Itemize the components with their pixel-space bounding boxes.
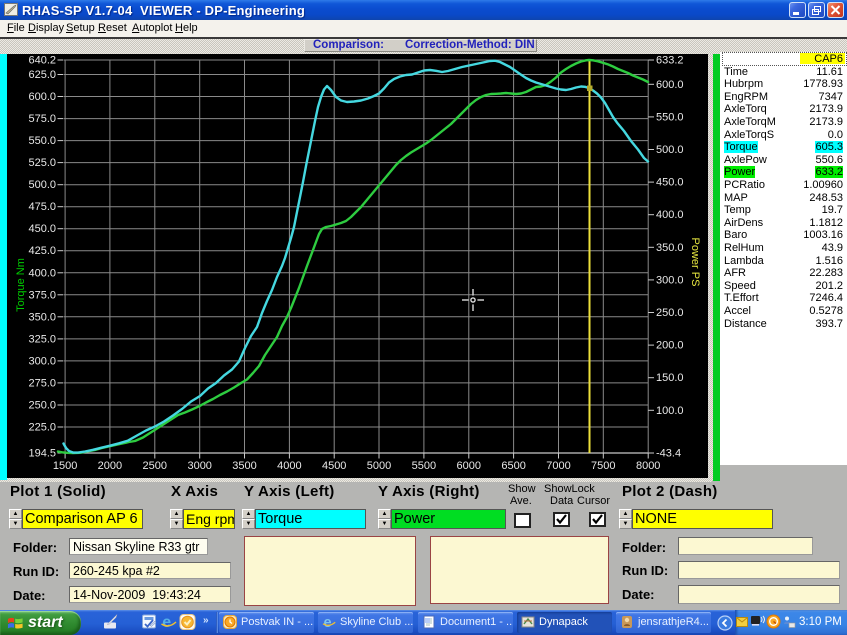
svg-text:7000: 7000 [546, 460, 570, 472]
svg-text:100.0: 100.0 [656, 405, 684, 417]
svg-text:e: e [162, 614, 171, 631]
svg-text:6500: 6500 [501, 460, 525, 472]
svg-text:625.0: 625.0 [28, 69, 56, 81]
svg-text:e: e [324, 615, 332, 629]
svg-text:550.0: 550.0 [656, 111, 684, 123]
svg-text:400.0: 400.0 [28, 267, 56, 279]
svg-text:575.0: 575.0 [28, 113, 56, 125]
svg-text:2500: 2500 [143, 460, 167, 472]
svg-text:633.2: 633.2 [656, 55, 684, 67]
svg-text:2000: 2000 [98, 460, 122, 472]
svg-text:300.0: 300.0 [28, 355, 56, 367]
svg-text:325.0: 325.0 [28, 333, 56, 345]
svg-text:Torque Nm: Torque Nm [15, 258, 27, 312]
svg-text:640.2: 640.2 [28, 55, 56, 67]
svg-text:250.0: 250.0 [28, 400, 56, 412]
svg-text:225.0: 225.0 [28, 422, 56, 434]
svg-text:400.0: 400.0 [656, 209, 684, 221]
svg-text:8000: 8000 [636, 460, 660, 472]
svg-text:200.0: 200.0 [656, 340, 684, 352]
svg-text:6000: 6000 [457, 460, 481, 472]
svg-text:5500: 5500 [412, 460, 436, 472]
svg-text:7500: 7500 [591, 460, 615, 472]
svg-text:3000: 3000 [187, 460, 211, 472]
svg-text:425.0: 425.0 [28, 245, 56, 257]
svg-text:350.0: 350.0 [28, 311, 56, 323]
svg-text:450.0: 450.0 [656, 177, 684, 189]
svg-text:194.5: 194.5 [28, 448, 56, 460]
svg-text:300.0: 300.0 [656, 274, 684, 286]
svg-text:1500: 1500 [53, 460, 77, 472]
svg-text:150.0: 150.0 [656, 372, 684, 384]
svg-text:550.0: 550.0 [28, 135, 56, 147]
svg-text:275.0: 275.0 [28, 377, 56, 389]
svg-text:4000: 4000 [277, 460, 301, 472]
svg-text:350.0: 350.0 [656, 242, 684, 254]
svg-text:375.0: 375.0 [28, 289, 56, 301]
svg-text:-43.4: -43.4 [656, 448, 681, 460]
svg-text:450.0: 450.0 [28, 223, 56, 235]
svg-text:4500: 4500 [322, 460, 346, 472]
svg-text:250.0: 250.0 [656, 307, 684, 319]
svg-text:600.0: 600.0 [656, 79, 684, 91]
svg-text:5000: 5000 [367, 460, 391, 472]
svg-text:475.0: 475.0 [28, 201, 56, 213]
svg-text:500.0: 500.0 [28, 179, 56, 191]
svg-text:600.0: 600.0 [28, 91, 56, 103]
svg-text:Power PS: Power PS [689, 238, 701, 287]
svg-text:525.0: 525.0 [28, 157, 56, 169]
svg-text:500.0: 500.0 [656, 144, 684, 156]
svg-text:3500: 3500 [232, 460, 256, 472]
